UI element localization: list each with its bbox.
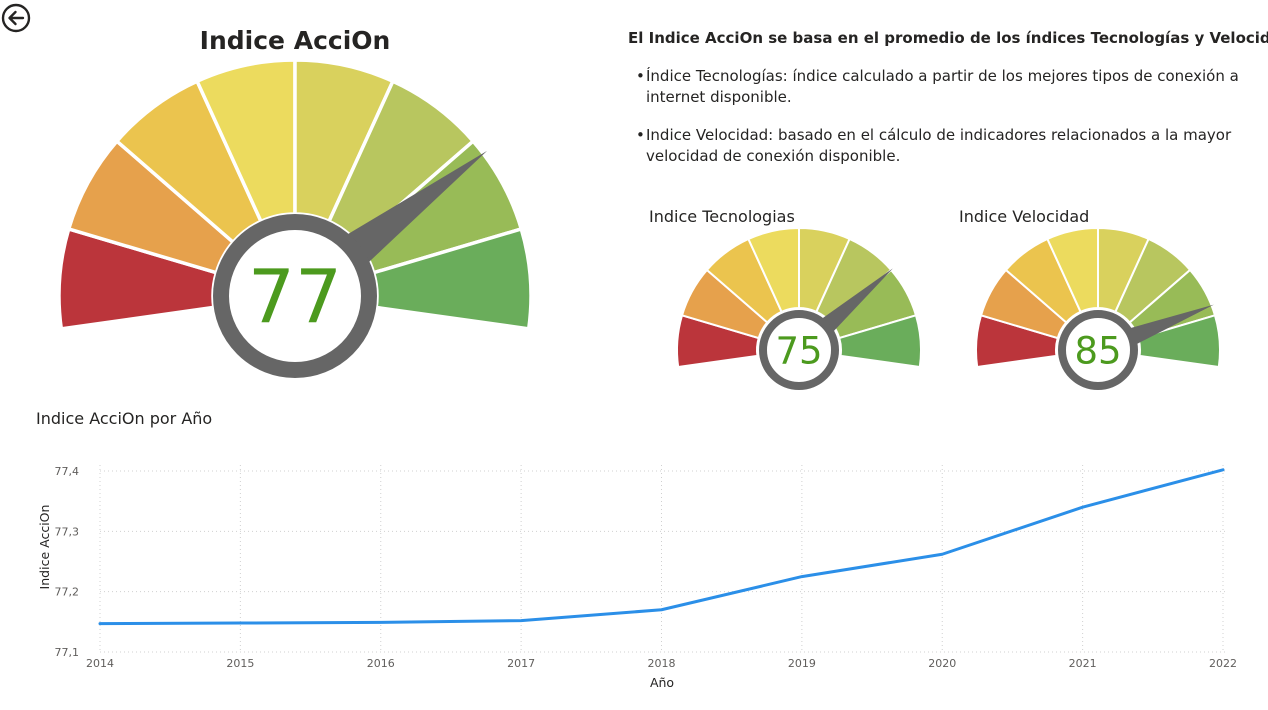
y-tick-label: 77,4 [55, 465, 80, 478]
data-point[interactable] [515, 615, 527, 627]
y-axis-title: Indice AcciOn [37, 505, 52, 590]
x-tick-label: 2015 [226, 657, 254, 670]
bullet-velocidad: • Indice Velocidad: basado en el cálculo… [636, 125, 1248, 167]
velocidad-gauge: 85 [975, 226, 1221, 390]
back-button[interactable] [0, 2, 32, 34]
x-tick-label: 2017 [507, 657, 535, 670]
main-gauge-title: Indice AcciOn [199, 26, 391, 55]
bullet-tecnologias: • Índice Tecnologías: índice calculado a… [636, 66, 1248, 108]
back-arrow-icon [1, 3, 31, 33]
x-tick-label: 2014 [86, 657, 114, 670]
data-point[interactable] [936, 548, 948, 560]
data-point[interactable] [94, 618, 106, 630]
x-tick-label: 2016 [367, 657, 395, 670]
data-point[interactable] [375, 616, 387, 628]
info-panel: El Indice AcciOn se basa en el promedio … [628, 28, 1268, 184]
info-heading: El Indice AcciOn se basa en el promedio … [628, 29, 1268, 47]
data-point[interactable] [1217, 464, 1229, 476]
x-axis-title: Año [650, 675, 674, 690]
data-point[interactable] [1077, 501, 1089, 513]
bullet-dot: • [636, 67, 645, 85]
bullet-velocidad-text: Indice Velocidad: basado en el cálculo d… [646, 126, 1232, 165]
gauge-value: 85 [1074, 329, 1121, 372]
gauge-value: 77 [248, 255, 342, 341]
data-point[interactable] [656, 604, 668, 616]
x-tick-label: 2022 [1209, 657, 1237, 670]
series-line[interactable] [98, 468, 1225, 626]
line-chart-title: Indice AcciOn por Año [36, 409, 213, 428]
y-tick-label: 77,1 [55, 646, 80, 659]
y-tick-label: 77,3 [55, 525, 80, 538]
tecnologias-gauge: 75 [676, 226, 922, 390]
x-tick-label: 2021 [1069, 657, 1097, 670]
data-point[interactable] [796, 571, 808, 583]
x-tick-label: 2020 [928, 657, 956, 670]
gauge-value: 75 [775, 329, 822, 372]
velocidad-gauge-title: Indice Velocidad [959, 207, 1090, 226]
line-chart: 77,1 77,2 77,3 77,4 2014 2015 2016 2017 2018 2019… [37, 464, 1237, 690]
bullet-tecnologias-text: Índice Tecnologías: índice calculado a p… [646, 67, 1239, 106]
tecnologias-gauge-title: Indice Tecnologias [649, 207, 795, 226]
data-point[interactable] [234, 617, 246, 629]
y-tick-label: 77,2 [55, 586, 80, 599]
bullet-dot: • [636, 126, 645, 144]
x-tick-label: 2019 [788, 657, 816, 670]
x-tick-label: 2018 [648, 657, 676, 670]
main-gauge: 77 [57, 58, 533, 378]
